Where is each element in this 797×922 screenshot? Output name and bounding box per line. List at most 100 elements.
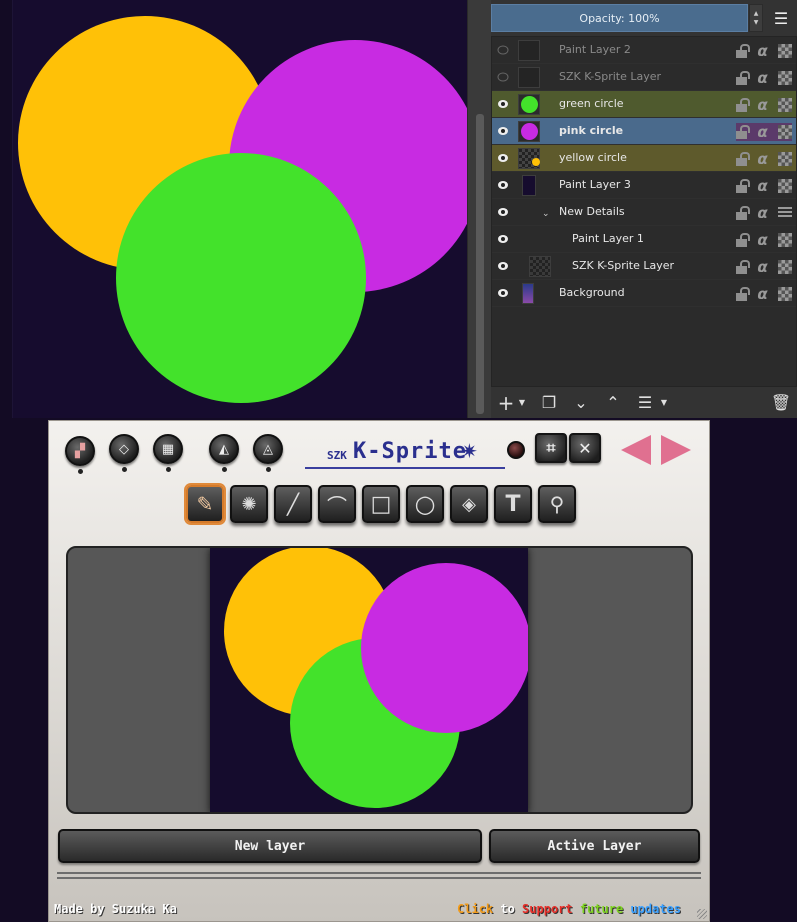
layer-row[interactable]: pink circle α [492,118,796,145]
eye-icon[interactable] [497,288,509,298]
zoom-tool[interactable]: ⚲ [538,485,576,523]
preview-canvas[interactable] [210,548,528,812]
pass-through-icon[interactable] [778,207,792,219]
alpha-lock-icon[interactable]: α [756,69,770,87]
layer-row[interactable]: SZK K-Sprite Layer α [492,253,796,280]
inherit-alpha-icon[interactable] [778,287,792,301]
layer-row[interactable]: Background α [492,280,796,307]
eye-icon[interactable] [497,153,509,163]
lock-icon[interactable] [736,260,750,274]
opacity-spin-arrows[interactable]: ▲ ▼ [749,4,763,32]
alpha-lock-icon[interactable]: α [756,96,770,114]
lock-icon[interactable] [736,152,750,166]
text-tool[interactable]: T [494,485,532,523]
new-layer-button[interactable]: New layer [58,829,482,863]
canvas-scrollbar[interactable] [467,0,491,418]
scrollbar-thumb[interactable] [476,114,484,414]
layer-row[interactable]: ⌄ New Details α [492,199,796,226]
active-layer-button[interactable]: Active Layer [489,829,700,863]
eraser-button[interactable]: ◇ [109,434,139,472]
eye-icon[interactable] [497,99,509,109]
eye-icon[interactable] [497,234,509,244]
layer-properties: α [736,258,792,276]
inherit-alpha-icon[interactable] [778,44,792,58]
alpha-lock-icon[interactable]: α [756,177,770,195]
fit-frame-button[interactable]: ⌗ [535,433,567,463]
layer-row[interactable]: yellow circle α [492,145,796,172]
lock-icon[interactable] [736,125,750,139]
brush-icon: ✎ [196,492,214,516]
prev-arrow-button[interactable] [621,435,651,465]
layer-properties: α [736,231,792,249]
sprite-preview[interactable] [66,546,693,814]
curve-tool[interactable]: ⌒ [318,485,356,523]
spray-tool[interactable]: ✺ [230,485,268,523]
alpha-lock-icon[interactable]: α [756,231,770,249]
brush-tool[interactable]: ✎ [186,485,224,523]
symmetry-icon: ◬ [263,441,273,457]
support-link[interactable]: Click to Support future updates [457,902,681,916]
arrow-up-icon[interactable]: ▲ [754,9,759,18]
eye-icon[interactable] [497,180,509,190]
alpha-lock-icon[interactable]: α [756,123,770,141]
next-arrow-button[interactable] [661,435,691,465]
layer-properties-button[interactable]: ☰ [633,392,657,414]
layer-row[interactable]: Paint Layer 3 α [492,172,796,199]
delete-layer-button[interactable]: 🗑 [769,392,793,414]
eye-icon[interactable] [497,126,509,136]
expand-chevron-icon[interactable]: ⌄ [542,209,550,219]
layer-row[interactable]: Paint Layer 1 α [492,226,796,253]
symmetry-button[interactable]: ◬ [253,434,283,472]
inherit-alpha-icon[interactable] [778,179,792,193]
layer-thumbnail [522,175,536,196]
move-layer-down-button[interactable]: ⌄ [569,392,593,414]
hidden-eye-icon[interactable] [497,72,509,82]
lock-icon[interactable] [736,233,750,247]
lock-icon[interactable] [736,206,750,220]
inherit-alpha-icon[interactable] [778,71,792,85]
alpha-lock-icon[interactable]: α [756,150,770,168]
layer-row[interactable]: Paint Layer 2 α [492,37,796,64]
inherit-alpha-icon[interactable] [778,260,792,274]
eye-icon[interactable] [497,207,509,217]
alpha-lock-icon[interactable]: α [756,258,770,276]
layer-name: Background [559,286,625,299]
inherit-alpha-icon[interactable] [778,233,792,247]
add-layer-button[interactable]: + [495,392,517,414]
record-indicator[interactable] [507,441,525,459]
lock-icon[interactable] [736,287,750,301]
duplicate-layer-button[interactable]: ❐ [537,392,561,414]
hidden-eye-icon[interactable] [497,45,509,55]
inherit-alpha-icon[interactable] [778,98,792,112]
move-layer-up-button[interactable]: ⌃ [601,392,625,414]
lock-icon[interactable] [736,179,750,193]
add-layer-dropdown-icon[interactable]: ▼ [517,392,527,414]
ksprite-layer-button[interactable]: ▞ [65,436,95,474]
main-canvas[interactable] [12,0,467,418]
resize-grip[interactable] [697,909,707,919]
eye-icon[interactable] [497,261,509,271]
line-tool[interactable]: ╱ [274,485,312,523]
alpha-lock-icon[interactable]: α [756,42,770,60]
properties-dropdown-icon[interactable]: ▼ [659,392,669,414]
lock-icon[interactable] [736,98,750,112]
rectangle-tool[interactable]: □ [362,485,400,523]
inherit-alpha-icon[interactable] [778,125,792,139]
lock-icon[interactable] [736,44,750,58]
fill-tool[interactable]: ◈ [450,485,488,523]
layer-list[interactable]: Paint Layer 2 α SZK K-Sprite Layer α gre… [491,36,797,387]
layer-row[interactable]: SZK K-Sprite Layer α [492,64,796,91]
alpha-lock-icon[interactable]: α [756,285,770,303]
layer-row[interactable]: green circle α [492,91,796,118]
dither-button[interactable]: ▦ [153,434,183,472]
arrow-down-icon[interactable]: ▼ [754,18,759,27]
inherit-alpha-icon[interactable] [778,152,792,166]
alpha-lock-icon[interactable]: α [756,204,770,222]
mirror-button[interactable]: ◭ [209,434,239,472]
close-button[interactable]: ✕ [569,433,601,463]
ellipse-tool[interactable]: ○ [406,485,444,523]
opacity-slider[interactable]: Opacity: 100% [491,4,748,32]
text-icon: T [505,491,521,517]
docker-menu-button[interactable]: ☰ [767,4,795,32]
lock-icon[interactable] [736,71,750,85]
